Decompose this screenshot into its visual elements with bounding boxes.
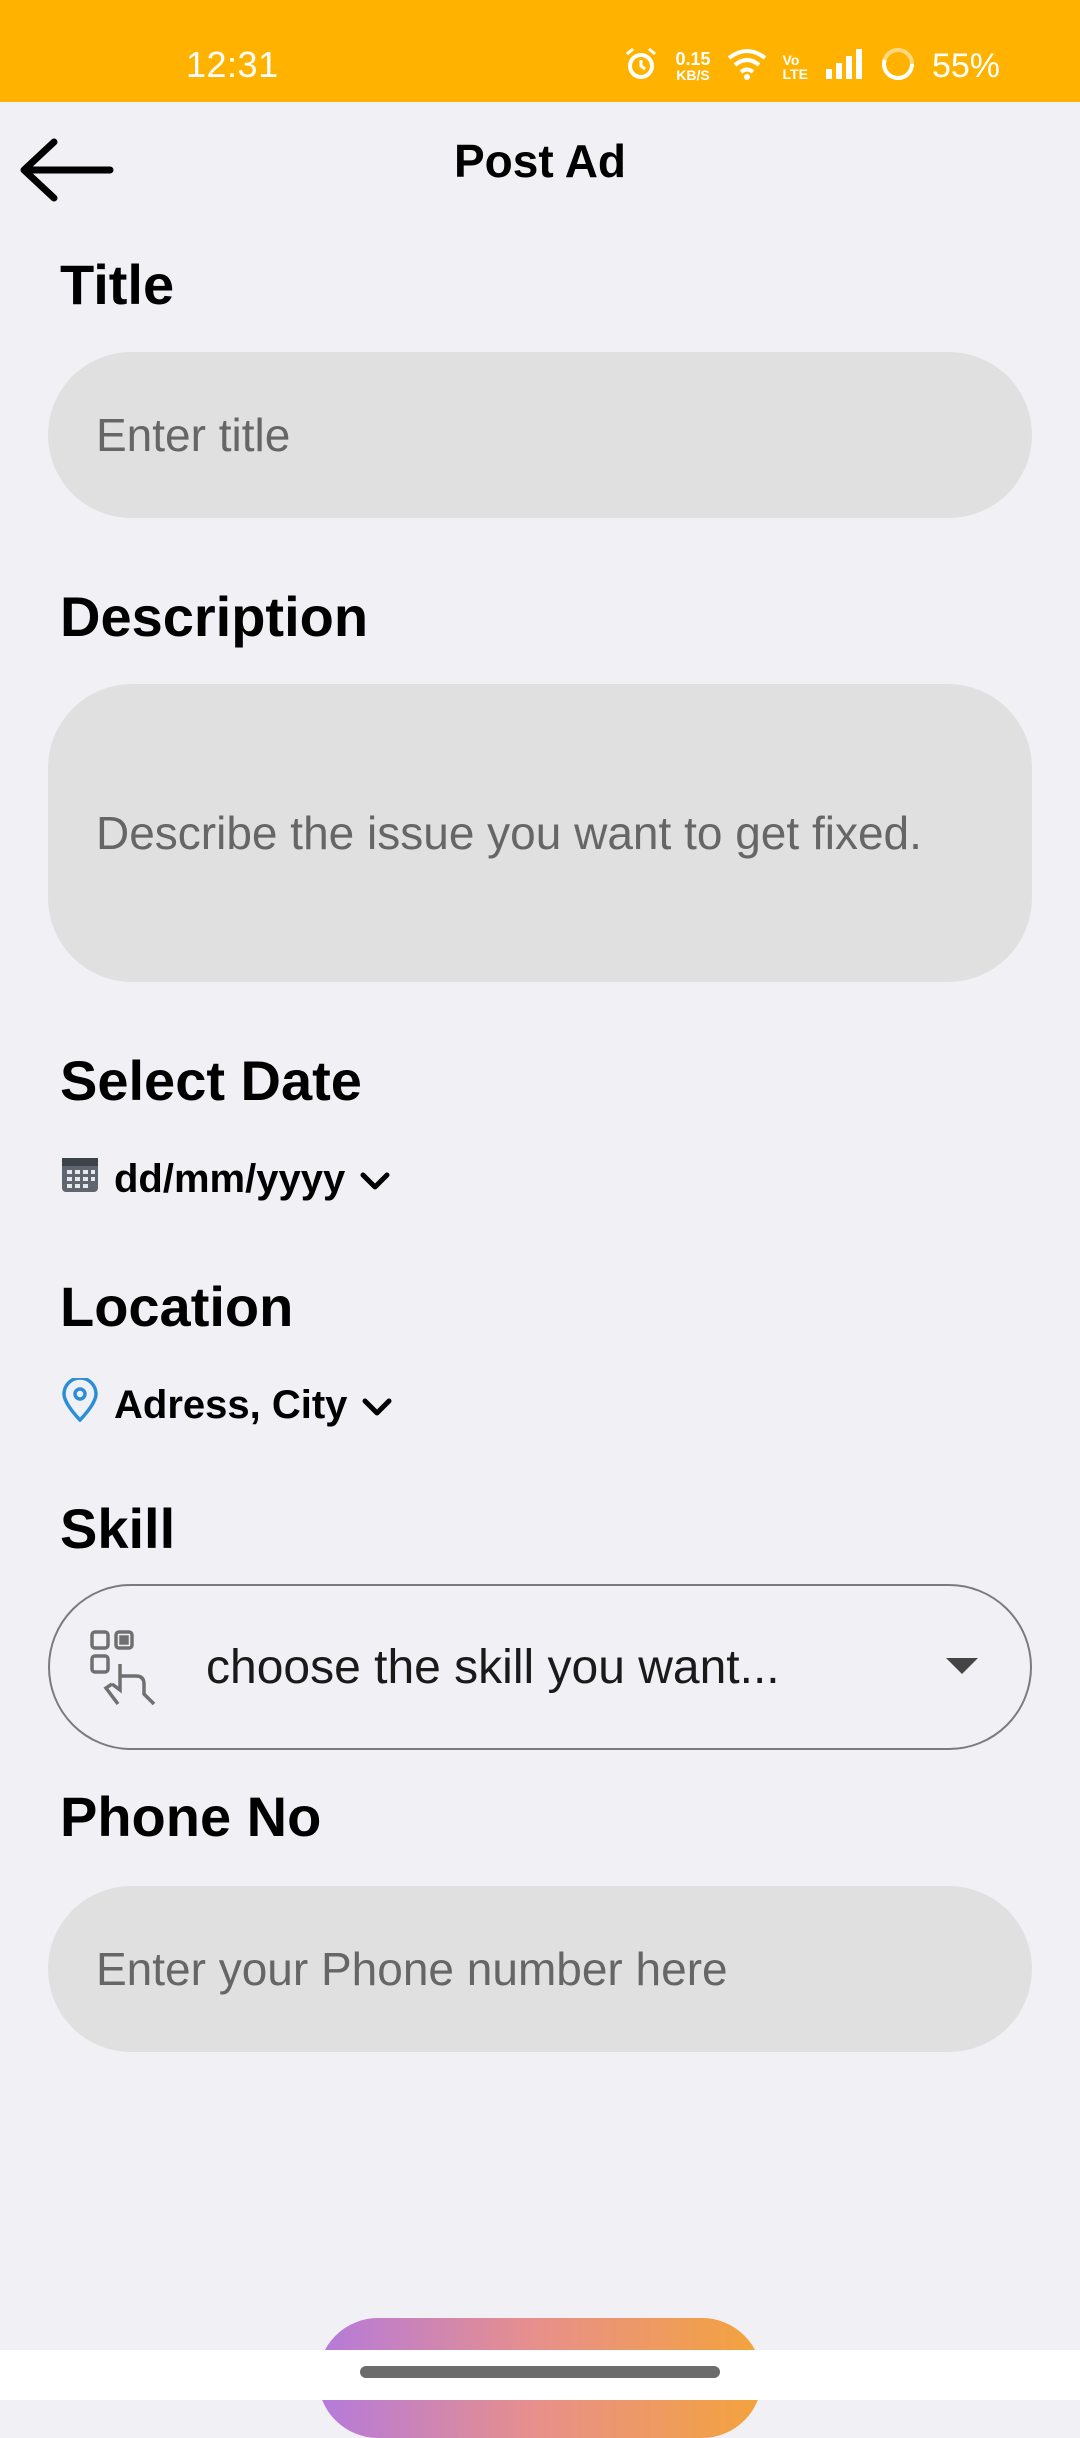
signal-icon <box>824 49 864 84</box>
location-picker[interactable]: Adress, City <box>60 1376 393 1432</box>
calendar-icon <box>60 1154 100 1204</box>
location-label: Location <box>60 1275 294 1338</box>
wifi-icon <box>727 48 767 85</box>
date-picker[interactable]: dd/mm/yyyy <box>60 1154 391 1204</box>
net-speed-value: 0.15 <box>675 48 711 69</box>
description-input[interactable]: Describe the issue you want to get fixed… <box>48 684 1032 982</box>
chevron-down-icon <box>361 1383 393 1428</box>
location-value: Adress, City <box>114 1382 348 1427</box>
volte-bottom: LTE <box>782 65 808 82</box>
volte-indicator: Vo LTE <box>783 53 808 81</box>
title-placeholder: Enter title <box>96 409 291 461</box>
phone-input[interactable]: Enter your Phone number here <box>48 1886 1032 2052</box>
description-placeholder: Describe the issue you want to get fixed… <box>96 807 922 859</box>
phone-label: Phone No <box>60 1785 322 1848</box>
location-pin-icon <box>60 1376 100 1432</box>
skill-grid-hand-icon <box>88 1628 164 1713</box>
date-value: dd/mm/yyyy <box>114 1156 346 1201</box>
title-label: Title <box>60 253 175 316</box>
gesture-handle[interactable] <box>360 2366 720 2378</box>
page-title: Post Ad <box>453 135 627 187</box>
app-header: Post Ad <box>0 102 1080 222</box>
phone-placeholder: Enter your Phone number here <box>96 1943 728 1995</box>
status-bar: 12:31 0.15 KB/S Vo LTE 55% <box>0 0 1080 102</box>
status-icons: 0.15 KB/S Vo LTE 55% <box>623 46 1000 87</box>
description-label: Description <box>60 585 369 648</box>
battery-percent: 55% <box>931 47 1000 85</box>
alarm-icon <box>623 46 659 87</box>
dropdown-arrow-icon <box>946 1658 978 1674</box>
chevron-down-icon <box>359 1157 391 1202</box>
volte-top: Vo <box>782 51 800 68</box>
net-speed-unit: KB/S <box>676 66 710 83</box>
skill-label: Skill <box>60 1497 176 1560</box>
date-label: Select Date <box>60 1049 362 1112</box>
title-input[interactable]: Enter title <box>48 352 1032 518</box>
network-speed: 0.15 KB/S <box>675 48 711 83</box>
skill-placeholder: choose the skill you want... <box>206 1640 780 1694</box>
battery-icon <box>880 46 916 87</box>
status-time: 12:31 <box>186 44 279 85</box>
skill-dropdown[interactable]: choose the skill you want... <box>48 1584 1032 1750</box>
